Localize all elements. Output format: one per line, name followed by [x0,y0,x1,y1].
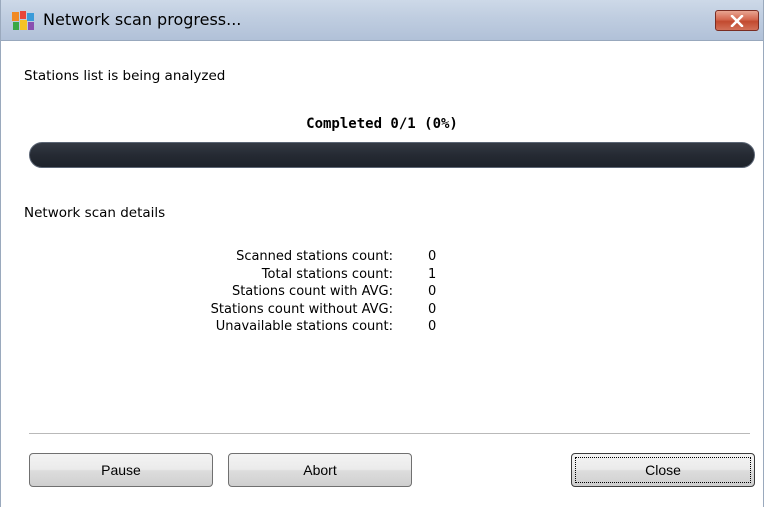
details-heading: Network scan details [24,205,166,221]
detail-label: Total stations count: [261,266,393,282]
detail-row-total: Total stations count: 1 [161,266,436,284]
dialog-window: Network scan progress... Stations list i… [0,0,764,507]
close-button[interactable]: Close [571,453,755,487]
divider [29,433,750,435]
detail-row-without-avg: Stations count without AVG: 0 [161,301,437,319]
detail-value: 1 [428,266,437,282]
progress-caption: Completed 0/1 (0%) [306,116,458,132]
progress-bar [29,142,755,168]
status-message: Stations list is being analyzed [24,68,226,84]
detail-value: 0 [428,249,437,265]
avg-logo-icon [11,10,35,32]
detail-row-unavailable: Unavailable stations count: 0 [161,318,437,336]
detail-label: Scanned stations count: [236,249,393,265]
title-bar[interactable]: Network scan progress... [1,0,763,41]
detail-value: 0 [428,319,437,335]
detail-row-with-avg: Stations count with AVG: 0 [161,283,436,301]
detail-row-scanned: Scanned stations count: 0 [161,248,436,266]
window-close-button[interactable] [715,10,759,31]
details-table: Scanned stations count: 0 Total stations… [161,248,437,336]
window-title: Network scan progress... [43,10,242,29]
detail-label: Unavailable stations count: [215,319,393,335]
close-icon [730,14,744,27]
detail-label: Stations count with AVG: [231,284,393,300]
pause-button[interactable]: Pause [29,453,213,487]
abort-button[interactable]: Abort [228,453,412,487]
detail-value: 0 [428,301,437,317]
detail-value: 0 [428,284,437,300]
focus-rectangle [575,457,751,483]
detail-label: Stations count without AVG: [210,301,393,317]
